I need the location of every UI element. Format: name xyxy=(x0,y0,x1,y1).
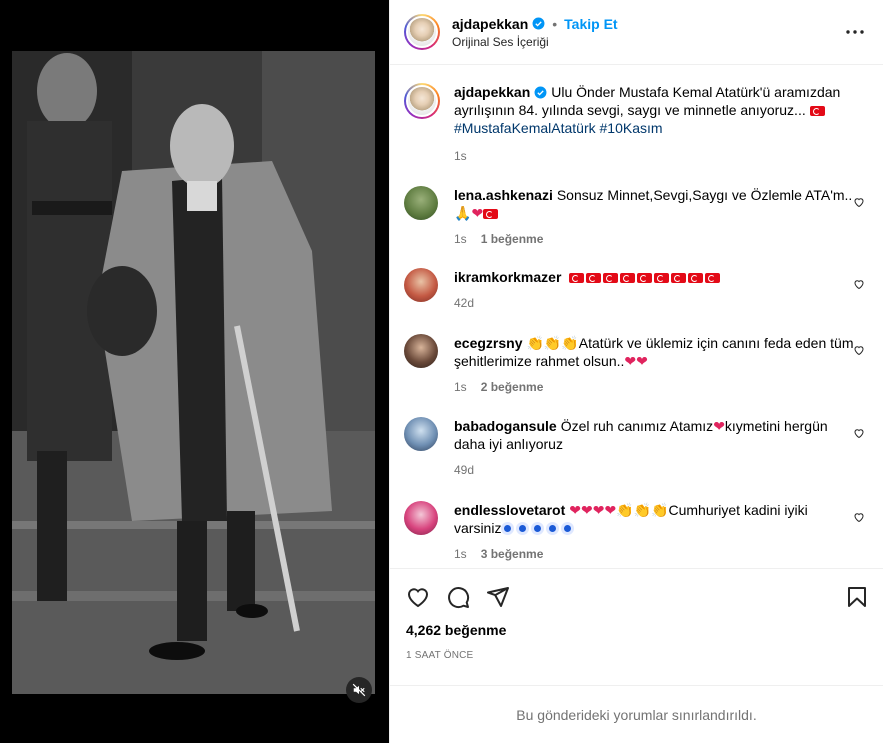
clapping-emoji: 👏👏👏 xyxy=(526,335,579,351)
comment-time[interactable]: 42d xyxy=(454,296,474,310)
like-button[interactable] xyxy=(406,585,430,609)
commenter-avatar[interactable] xyxy=(404,334,438,368)
save-button[interactable] xyxy=(845,585,869,609)
comment-item: ecegzrsny 👏👏👏Atatürk ve ükle­miz için can… xyxy=(404,334,869,394)
media-panel xyxy=(0,0,389,743)
caption-time[interactable]: 1s xyxy=(454,149,467,163)
post-video[interactable] xyxy=(12,51,375,694)
bookmark-icon xyxy=(848,586,866,607)
caption-hashtags[interactable]: #MustafaKemalAtatürk #10Kasım xyxy=(454,120,663,136)
comment-username[interactable]: babadogansule xyxy=(454,418,557,434)
caption: ajdapekkan Ulu Önder Mustafa Kemal Atatür… xyxy=(404,83,869,163)
separator-dot: • xyxy=(552,15,558,32)
comment-time[interactable]: 1s xyxy=(454,547,467,561)
mute-button[interactable] xyxy=(346,677,372,703)
heart-icon xyxy=(407,587,429,607)
comment-item: endlesslovetarot ❤❤❤❤👏👏👏Cumhuriyet kadini… xyxy=(404,501,869,561)
commenter-avatar[interactable] xyxy=(404,186,438,220)
heart-emoji: ❤❤ xyxy=(624,353,648,369)
comment-item: babadogansule Özel ruh canımız Atamız❤kıy… xyxy=(404,417,869,477)
post-time[interactable]: 1 SAAT ÖNCE xyxy=(390,650,883,661)
post-header: ajdapekkan • Takip Et Orijinal Ses İçeri… xyxy=(390,0,883,65)
heart-emoji: ❤❤❤❤ xyxy=(569,502,617,518)
comment-username[interactable]: ikramkorkmazer xyxy=(454,269,561,285)
comment-time[interactable]: 1s xyxy=(454,232,467,246)
heart-emoji: ❤ xyxy=(471,205,484,221)
share-button[interactable] xyxy=(486,585,510,609)
like-comment-heart-icon[interactable] xyxy=(853,278,865,290)
comment-username[interactable]: endlesslovetarot xyxy=(454,502,565,518)
turkey-flags-row xyxy=(569,269,722,285)
evil-eye-emoji xyxy=(501,520,576,536)
comment-button[interactable] xyxy=(446,585,470,609)
like-comment-heart-icon[interactable] xyxy=(853,511,865,523)
more-options-button[interactable] xyxy=(843,20,867,44)
follow-button[interactable]: Takip Et xyxy=(564,16,617,32)
like-comment-heart-icon[interactable] xyxy=(853,344,865,356)
folded-hands-emoji: 🙏 xyxy=(454,205,472,221)
comments-list[interactable]: ajdapekkan Ulu Önder Mustafa Kemal Atatür… xyxy=(390,65,883,569)
comment-likes[interactable]: 1 beğenme xyxy=(481,232,544,246)
heart-emoji: ❤ xyxy=(713,418,725,434)
more-dots-icon xyxy=(846,30,864,34)
post-actions xyxy=(390,569,883,624)
like-comment-heart-icon[interactable] xyxy=(853,196,865,208)
comment-likes[interactable]: 2 beğenme xyxy=(481,380,544,394)
like-comment-heart-icon[interactable] xyxy=(853,427,865,439)
comment-item: ikramkorkmazer 42d xyxy=(404,268,869,310)
speaker-muted-icon xyxy=(352,683,366,697)
historic-photo-illustration xyxy=(12,51,375,694)
comment-time[interactable]: 49d xyxy=(454,463,474,477)
comment-text: Sonsuz Minnet,Sevgi,Saygı ve Özlemle ATA… xyxy=(556,187,853,203)
comment-username[interactable]: ecegzrsny xyxy=(454,335,522,351)
post-details: ajdapekkan • Takip Et Orijinal Ses İçeri… xyxy=(389,0,883,743)
turkey-flag-emoji xyxy=(809,106,825,116)
comment-username[interactable]: lena.ashkenazi xyxy=(454,187,553,203)
audio-label[interactable]: Orijinal Ses İçeriği xyxy=(452,35,843,49)
likes-count[interactable]: 4,262 beğenme xyxy=(390,622,883,638)
post-dialog: ajdapekkan • Takip Et Orijinal Ses İçeri… xyxy=(0,0,883,743)
comment-likes[interactable]: 3 beğenme xyxy=(481,547,544,561)
comment-text: Özel ruh canımız Atamız xyxy=(560,418,714,434)
author-avatar[interactable] xyxy=(404,14,440,50)
comment-time[interactable]: 1s xyxy=(454,380,467,394)
comment-bubble-icon xyxy=(448,586,470,608)
commenter-avatar[interactable] xyxy=(404,417,438,451)
verified-badge-icon xyxy=(534,86,547,99)
caption-username[interactable]: ajdapekkan xyxy=(454,84,530,100)
turkey-flag-emoji xyxy=(483,209,499,219)
commenter-avatar[interactable] xyxy=(404,501,438,535)
verified-badge-icon xyxy=(532,17,545,30)
commenter-avatar[interactable] xyxy=(404,268,438,302)
paper-plane-icon xyxy=(487,586,509,607)
clapping-emoji: 👏👏👏 xyxy=(616,502,669,518)
author-username[interactable]: ajdapekkan xyxy=(452,16,528,32)
comments-limited-notice: Bu gönderideki yorumlar sınırlandırıldı. xyxy=(390,685,883,743)
comment-item: lena.ashkenazi Sonsuz Minnet,Sevgi,Saygı … xyxy=(404,186,869,246)
caption-avatar[interactable] xyxy=(404,83,440,119)
